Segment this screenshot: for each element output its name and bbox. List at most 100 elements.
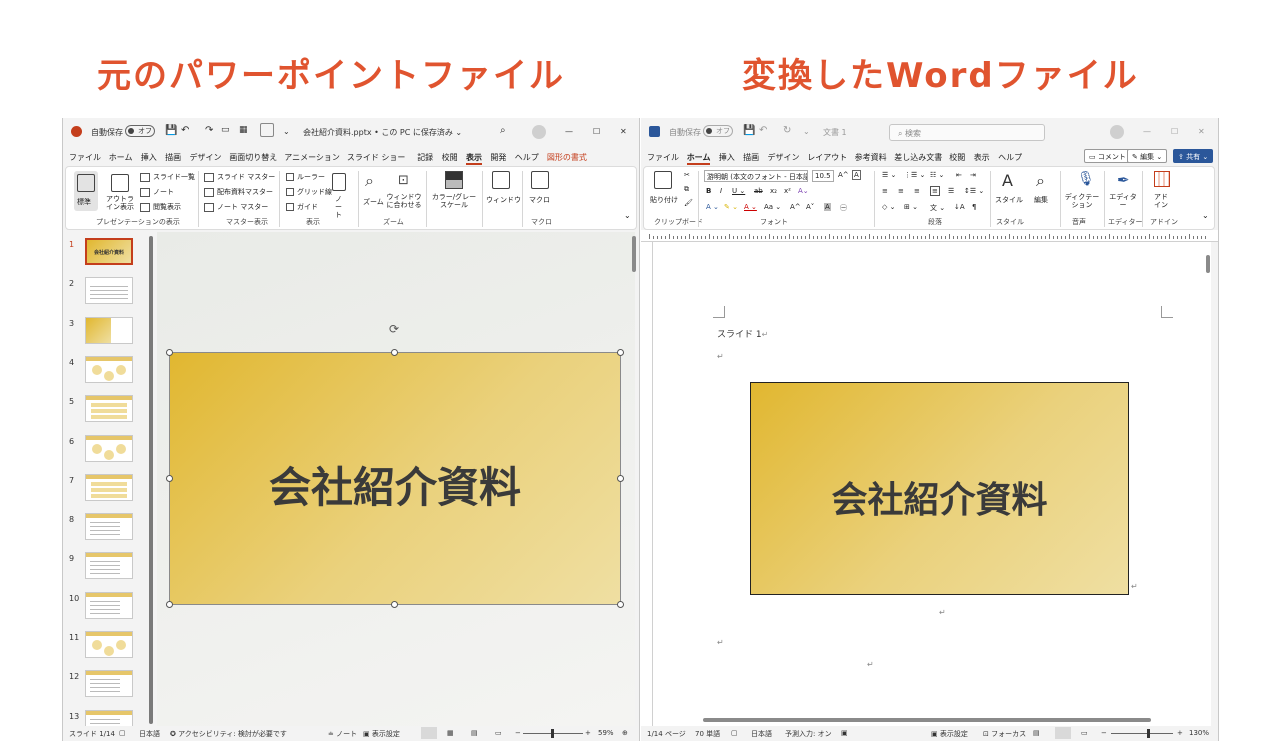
customize-qat-icon[interactable]: ⌄ <box>283 127 290 136</box>
reading-view-status-icon[interactable]: ▤ <box>471 729 478 737</box>
slide-thumbnail[interactable]: 会社紹介資料 <box>85 238 133 265</box>
layout-icon[interactable]: ▦ <box>239 125 248 135</box>
resize-handle[interactable] <box>166 601 173 608</box>
proofing-icon[interactable]: ▢ <box>731 729 738 737</box>
resize-handle[interactable] <box>391 601 398 608</box>
accessibility-status[interactable]: ✪ アクセシビリティ: 検討が必要です <box>170 729 287 739</box>
highlight-icon[interactable]: ✎ ⌄ <box>724 203 738 211</box>
edit-button[interactable]: ⌕ 編集 <box>1028 171 1056 215</box>
zoom-level[interactable]: 130% <box>1189 729 1209 737</box>
resize-handle[interactable] <box>166 475 173 482</box>
page-counter[interactable]: 1/14 ページ <box>647 729 686 739</box>
notes-master-button[interactable]: ノート マスター <box>204 202 268 212</box>
vertical-ruler[interactable] <box>641 242 653 726</box>
bullets-icon[interactable]: ☰ ⌄ <box>882 171 896 179</box>
accessibility-icon[interactable]: ▣ <box>841 729 848 737</box>
avatar[interactable] <box>1110 125 1124 139</box>
menu-tab-7[interactable]: スライド ショー <box>347 152 406 163</box>
menu-tab-4[interactable]: デザイン <box>190 152 222 163</box>
menu-tab-10[interactable]: ヘルプ <box>998 152 1022 163</box>
slide-thumbnail[interactable] <box>85 434 133 462</box>
copy-icon[interactable]: ⧉ <box>684 185 689 194</box>
redo-icon[interactable]: ↷ <box>205 125 213 136</box>
format-painter-icon[interactable]: 🖌 <box>684 199 693 207</box>
menu-tab-2[interactable]: 挿入 <box>719 152 735 163</box>
resize-handle[interactable] <box>617 475 624 482</box>
minimize-icon[interactable]: — <box>1143 127 1151 136</box>
menu-tab-6[interactable]: 参考資料 <box>855 152 887 163</box>
asian-layout-icon[interactable]: 文 ⌄ <box>930 203 945 213</box>
increase-indent-icon[interactable]: ⇥ <box>970 171 976 179</box>
menu-tab-10[interactable]: 表示 <box>466 152 482 165</box>
rotate-handle-icon[interactable]: ⟳ <box>389 322 399 336</box>
slide-thumbnail[interactable] <box>85 355 133 383</box>
display-settings[interactable]: ▣ 表示設定 <box>931 729 968 739</box>
zoom-level[interactable]: 59% <box>598 729 614 737</box>
enclose-char-icon[interactable]: ㊀ <box>840 203 847 213</box>
slide-thumbnail[interactable] <box>85 277 133 305</box>
slide-thumbnail[interactable] <box>85 473 133 501</box>
subscript-icon[interactable]: x₂ <box>770 187 777 195</box>
editor-button[interactable]: ✒ エディター <box>1108 171 1138 215</box>
thumbnail-scrollbar[interactable] <box>149 236 153 724</box>
language-status[interactable]: 日本語 <box>751 729 772 739</box>
customize-qat-icon[interactable]: ⌄ <box>803 127 810 136</box>
document-page[interactable]: スライド 1↵ ↵ 会社紹介資料 ↵ ↵ ↵ ↵ <box>653 242 1211 726</box>
slideshow-status-icon[interactable]: ▭ <box>495 729 502 737</box>
print-layout-icon[interactable] <box>1055 727 1071 739</box>
maximize-icon[interactable]: ☐ <box>1171 127 1178 136</box>
redo-icon[interactable]: ↻ <box>783 125 791 136</box>
menu-tab-8[interactable]: 記録 <box>417 152 433 163</box>
justify-icon[interactable]: ≡ <box>930 186 940 196</box>
avatar[interactable] <box>532 125 546 139</box>
paste-button[interactable]: 貼り付け <box>650 171 678 215</box>
menu-tab-3[interactable]: 描画 <box>165 152 181 163</box>
ruler-checkbox[interactable]: ルーラー <box>286 172 325 182</box>
slide-thumbnail[interactable] <box>85 513 133 541</box>
menu-tab-6[interactable]: アニメーション <box>284 152 340 163</box>
zoom-in-icon[interactable]: + <box>1177 729 1183 737</box>
focus-mode[interactable]: ⊡ フォーカス <box>983 729 1026 739</box>
distributed-icon[interactable]: ☰ <box>948 187 954 195</box>
maximize-icon[interactable]: ☐ <box>593 127 600 136</box>
read-mode-icon[interactable]: ▤ <box>1033 729 1040 737</box>
resize-handle[interactable] <box>166 349 173 356</box>
slide-thumbnail[interactable] <box>85 552 133 580</box>
language-status[interactable]: 日本語 <box>139 729 160 739</box>
menu-tab-0[interactable]: ファイル <box>647 152 679 163</box>
horizontal-ruler[interactable] <box>641 230 1218 242</box>
collapse-ribbon-icon[interactable]: ⌄ <box>624 211 631 220</box>
search-icon[interactable]: ⌕ <box>500 125 506 136</box>
text-effect-color-icon[interactable]: A ⌄ <box>706 203 719 211</box>
document-scrollbar[interactable] <box>1206 255 1210 273</box>
normal-view-button[interactable]: 標準 <box>74 171 98 211</box>
resize-handle[interactable] <box>617 349 624 356</box>
menu-tab-2[interactable]: 挿入 <box>141 152 157 163</box>
slide-master-button[interactable]: スライド マスター <box>204 172 275 182</box>
canvas-scrollbar[interactable] <box>632 236 636 272</box>
edit-mode-button[interactable]: ✎ 編集 ⌄ <box>1127 149 1168 163</box>
font-size-select[interactable]: 10.5 <box>812 170 834 182</box>
shading-icon[interactable]: ◇ ⌄ <box>882 203 895 211</box>
touch-mode-icon[interactable] <box>260 123 274 137</box>
close-icon[interactable]: ✕ <box>620 127 627 136</box>
slide-title[interactable]: 会社紹介資料 <box>170 454 620 515</box>
fit-slide-icon[interactable]: ⊕ <box>622 729 628 737</box>
window-button[interactable]: ウィンドウ <box>486 171 521 215</box>
notes-toggle[interactable]: ≐ ノート <box>328 729 357 739</box>
macro-button[interactable]: マクロ <box>528 171 552 215</box>
menu-tab-7[interactable]: 差し込み文書 <box>894 152 942 163</box>
borders-icon[interactable]: ⊞ ⌄ <box>904 203 918 211</box>
document-hscrollbar[interactable] <box>703 718 1151 722</box>
notes-page-button[interactable]: ノート <box>140 187 174 197</box>
style-button[interactable]: A スタイル <box>994 171 1024 215</box>
zoom-out-icon[interactable]: − <box>1101 729 1107 737</box>
handout-master-button[interactable]: 配布資料マスター <box>204 187 273 197</box>
grow-font-icon-2[interactable]: A^ <box>790 203 801 211</box>
sorter-view-status-icon[interactable]: ▦ <box>447 729 454 737</box>
ppt-autosave-toggle[interactable]: オフ <box>125 125 155 137</box>
dictate-button[interactable]: 🎙 ディクテーション <box>1064 171 1100 215</box>
menu-tab-11[interactable]: 開発 <box>490 152 506 163</box>
show-marks-icon[interactable]: ¶ <box>972 203 976 211</box>
slide-thumbnail[interactable] <box>85 670 133 698</box>
